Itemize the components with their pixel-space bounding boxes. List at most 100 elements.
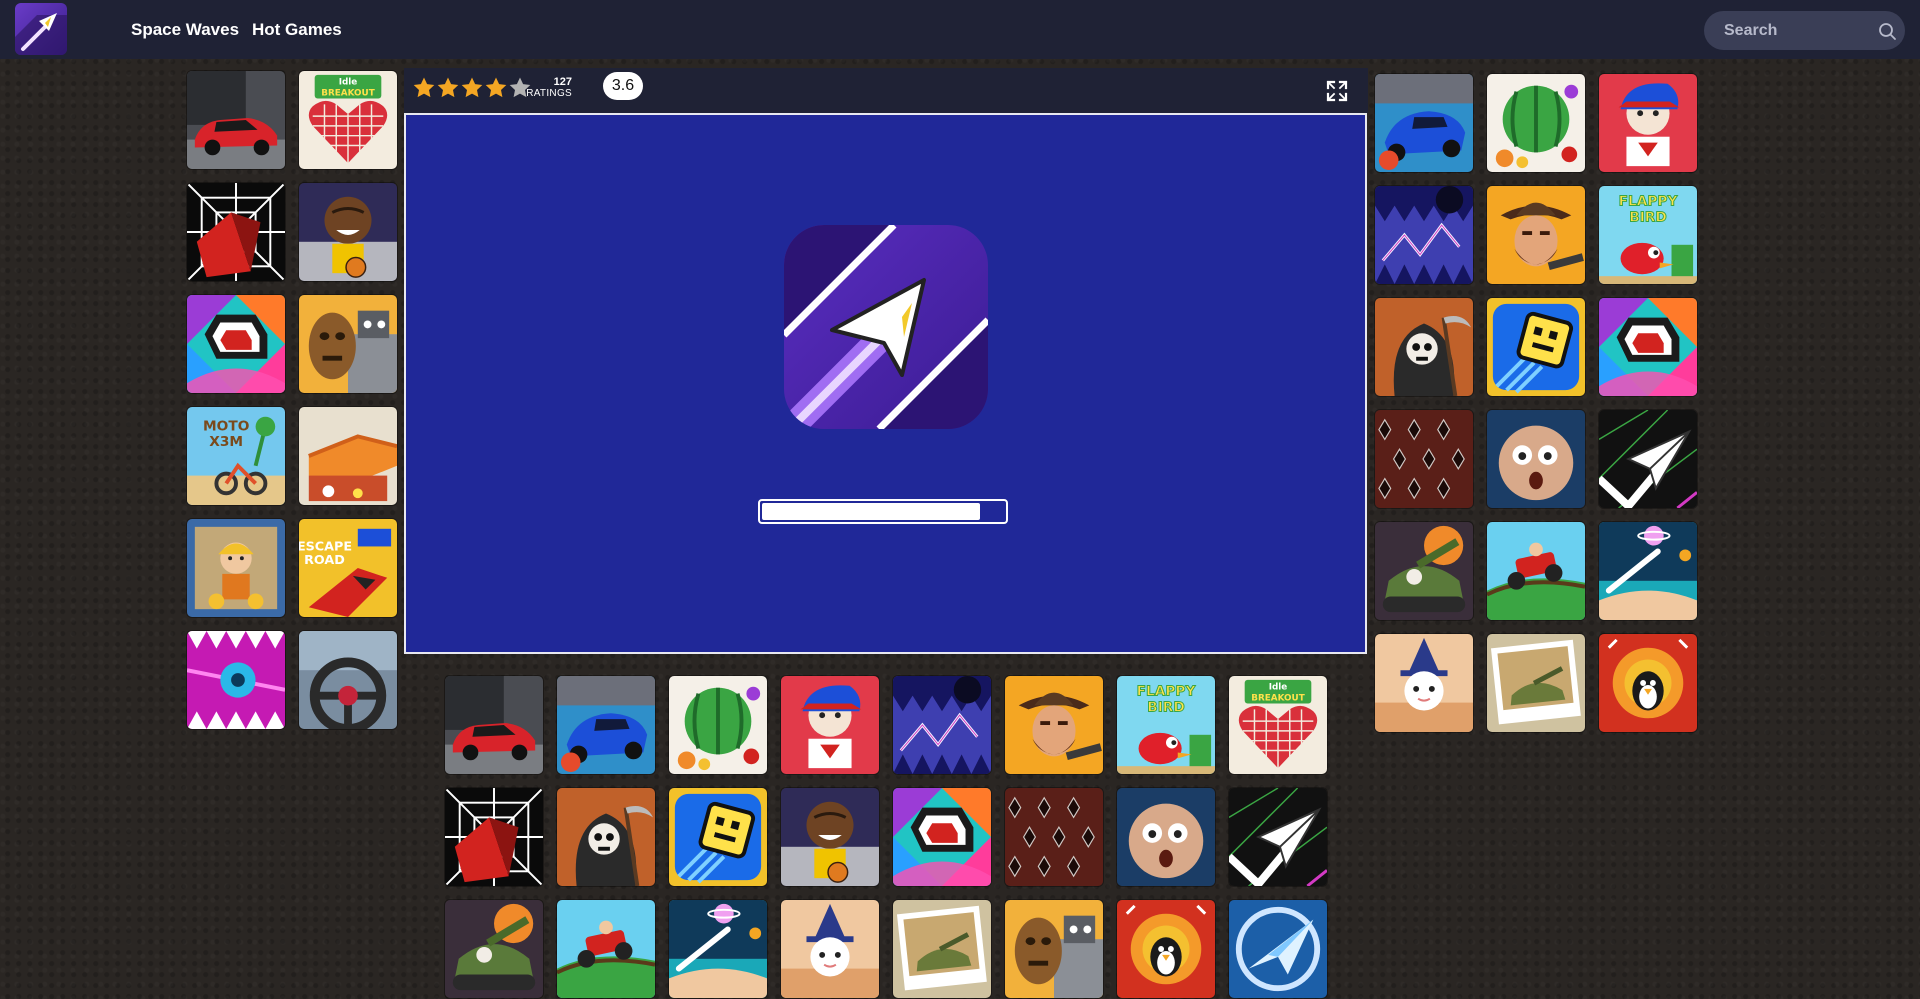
svg-text:ROAD: ROAD [304, 553, 345, 568]
space-waves-game-icon [784, 225, 988, 429]
game-thumbnail-penguin-flame[interactable] [1598, 633, 1698, 733]
rating-score-badge: 3.6 [603, 72, 643, 100]
game-thumbnail-spike-pattern[interactable] [1004, 787, 1104, 887]
star-icon[interactable] [412, 76, 436, 100]
game-thumbnail-blue-race-car[interactable] [1374, 73, 1474, 173]
game-thumbnail-tank-photo[interactable] [1486, 633, 1586, 733]
game-thumbnail-tank-battle[interactable] [1374, 521, 1474, 621]
game-thumbnail-spike-pattern[interactable] [1374, 409, 1474, 509]
game-thumbnail-watermelon[interactable] [668, 675, 768, 775]
blue-race-car-icon [1375, 74, 1473, 172]
game-thumbnail-basketball-player[interactable] [780, 787, 880, 887]
game-thumbnail-wave-spikes[interactable] [892, 675, 992, 775]
watermelon-icon [1487, 74, 1585, 172]
game-thumbnail-paper-plane[interactable] [1598, 409, 1698, 509]
star-icon[interactable] [484, 76, 508, 100]
spike-pattern-icon [1375, 410, 1473, 508]
game-thumbnail-grim-reaper[interactable] [556, 787, 656, 887]
svg-text:Idle: Idle [339, 78, 358, 88]
game-thumbnail-blue-race-car[interactable] [556, 675, 656, 775]
game-thumbnail-bald-head[interactable] [1116, 787, 1216, 887]
star-icon[interactable] [460, 76, 484, 100]
svg-text:FLAPPY: FLAPPY [1137, 684, 1197, 700]
tunnel-rush-icon [187, 183, 285, 281]
fullscreen-icon[interactable] [1325, 79, 1349, 103]
game-thumbnail-pink-saw[interactable] [186, 630, 286, 730]
game-thumbnail-robot-head[interactable] [1004, 899, 1104, 999]
game-thumbnail-tank-photo[interactable] [892, 899, 992, 999]
game-thumbnail-bald-head[interactable] [1486, 409, 1586, 509]
game-thumbnail-flappy-bird[interactable]: FLAPPY BIRD [1598, 185, 1698, 285]
game-thumbnail-steering-wheel[interactable] [298, 630, 398, 730]
game-header: 127 RATINGS 3.6 [404, 68, 1368, 113]
search-input[interactable] [1722, 19, 1876, 43]
idle-breakout-icon: IdleBREAKOUT [1229, 676, 1327, 774]
watermelon-icon [669, 676, 767, 774]
game-thumbnail-planet-orbit[interactable] [1598, 521, 1698, 621]
search-icon[interactable] [1877, 21, 1897, 41]
game-thumbnail-cowboy[interactable] [1486, 185, 1586, 285]
cowboy-icon [1005, 676, 1103, 774]
star-icon[interactable] [436, 76, 460, 100]
wizard-cat-icon [781, 900, 879, 998]
nav-link-space-waves[interactable]: Space Waves [131, 20, 239, 40]
game-thumbnail-geometry-cube[interactable] [668, 787, 768, 887]
game-frame[interactable] [404, 113, 1367, 654]
game-thumbnail-moto-x3m[interactable]: MOTO X3M [186, 406, 286, 506]
tank-battle-icon [445, 900, 543, 998]
game-thumbnail-tunnel-rush[interactable] [186, 182, 286, 282]
game-thumbnail-cowboy[interactable] [1004, 675, 1104, 775]
game-thumbnail-penguin-flame[interactable] [1116, 899, 1216, 999]
robot-head-icon [299, 295, 397, 393]
game-thumbnail-tunnel-rush[interactable] [444, 787, 544, 887]
game-thumbnail-hill-climb[interactable] [556, 899, 656, 999]
penguin-flame-icon [1117, 900, 1215, 998]
game-thumbnail-idle-breakout[interactable]: Idle BREAKOUT [1228, 675, 1328, 775]
game-thumbnail-basketball-player[interactable] [298, 182, 398, 282]
geometry-cube-icon [1487, 298, 1585, 396]
game-thumbnail-flappy-bird[interactable]: FLAPPY BIRD [1116, 675, 1216, 775]
planet-orbit-icon [1599, 522, 1697, 620]
game-thumbnail-fnf-boyfriend[interactable] [1598, 73, 1698, 173]
svg-text:FLAPPY: FLAPPY [1619, 194, 1679, 210]
game-thumbnail-idle-breakout[interactable]: Idle BREAKOUT [298, 70, 398, 170]
svg-text:X3M: X3M [209, 434, 243, 450]
game-thumbnail-red-car[interactable] [444, 675, 544, 775]
tank-photo-icon [1487, 634, 1585, 732]
tunnel-rush-icon [445, 788, 543, 886]
game-thumbnail-paper-plane-blue[interactable] [1228, 899, 1328, 999]
game-thumbnail-grim-reaper[interactable] [1374, 297, 1474, 397]
basketball-player-icon [781, 788, 879, 886]
game-thumbnail-planet-orbit[interactable] [668, 899, 768, 999]
hill-climb-icon [557, 900, 655, 998]
game-thumbnail-wave-spikes[interactable] [1374, 185, 1474, 285]
game-thumbnail-paper-plane[interactable] [1228, 787, 1328, 887]
game-thumbnail-slope-tunnel[interactable] [1598, 297, 1698, 397]
game-thumbnail-slope-tunnel[interactable] [186, 294, 286, 394]
game-thumbnail-tower-build[interactable] [298, 406, 398, 506]
game-thumbnail-fnf-boyfriend[interactable] [780, 675, 880, 775]
loading-progress-bar [758, 499, 1008, 524]
game-thumbnail-escape-road[interactable]: ESCAPE ROAD [298, 518, 398, 618]
svg-text:Idle: Idle [1269, 683, 1288, 693]
ratings-count: 127 [553, 76, 572, 88]
nav-link-hot-games[interactable]: Hot Games [252, 20, 342, 40]
game-thumbnail-miner-kid[interactable] [186, 518, 286, 618]
game-thumbnail-wizard-cat[interactable] [780, 899, 880, 999]
red-car-icon [445, 676, 543, 774]
game-thumbnail-hill-climb[interactable] [1486, 521, 1586, 621]
blue-race-car-icon [557, 676, 655, 774]
red-car-icon [187, 71, 285, 169]
grim-reaper-icon [1375, 298, 1473, 396]
game-thumbnail-slope-tunnel[interactable] [892, 787, 992, 887]
game-thumbnail-red-car[interactable] [186, 70, 286, 170]
svg-text:BIRD: BIRD [1629, 209, 1667, 225]
game-thumbnail-geometry-cube[interactable] [1486, 297, 1586, 397]
game-thumbnail-wizard-cat[interactable] [1374, 633, 1474, 733]
site-logo-icon[interactable] [15, 3, 67, 55]
game-thumbnail-robot-head[interactable] [298, 294, 398, 394]
game-thumbnail-watermelon[interactable] [1486, 73, 1586, 173]
game-thumbnail-tank-battle[interactable] [444, 899, 544, 999]
moto-x3m-icon: MOTOX3M [187, 407, 285, 505]
loading-progress-fill [762, 503, 980, 520]
